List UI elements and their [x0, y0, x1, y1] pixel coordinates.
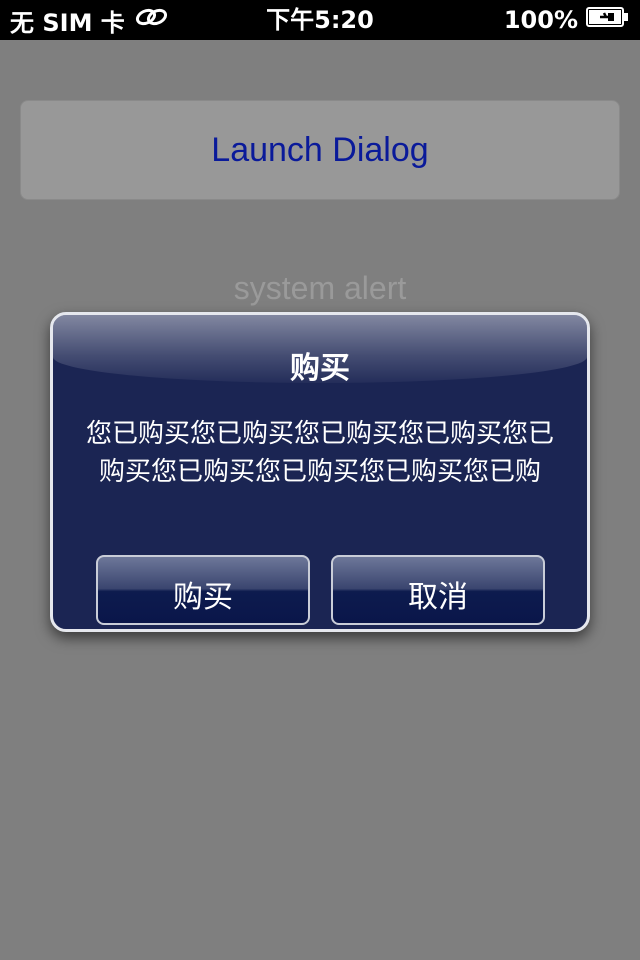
- status-bar: 无 SIM 卡 下午5:20 100%: [0, 0, 640, 40]
- cancel-button[interactable]: 取消: [331, 555, 545, 625]
- alert-dialog: 购买 您已购买您已购买您已购买您已购买您已购买您已购买您已购买您已购买您已购 购…: [50, 312, 590, 632]
- buy-button[interactable]: 购买: [96, 555, 310, 625]
- alert-message: 您已购买您已购买您已购买您已购买您已购买您已购买您已购买您已购买您已购: [85, 419, 554, 487]
- battery-charging-icon: [586, 6, 630, 34]
- alert-title: 购买: [290, 351, 350, 386]
- app-screen: Launch Dialog system alert 购买 您已购买您已购买您已…: [0, 40, 640, 960]
- battery-percent: 100%: [503, 6, 578, 34]
- status-right: 100%: [504, 4, 630, 36]
- system-alert-label: system alert: [233, 270, 407, 306]
- launch-dialog-button[interactable]: Launch Dialog: [20, 100, 620, 200]
